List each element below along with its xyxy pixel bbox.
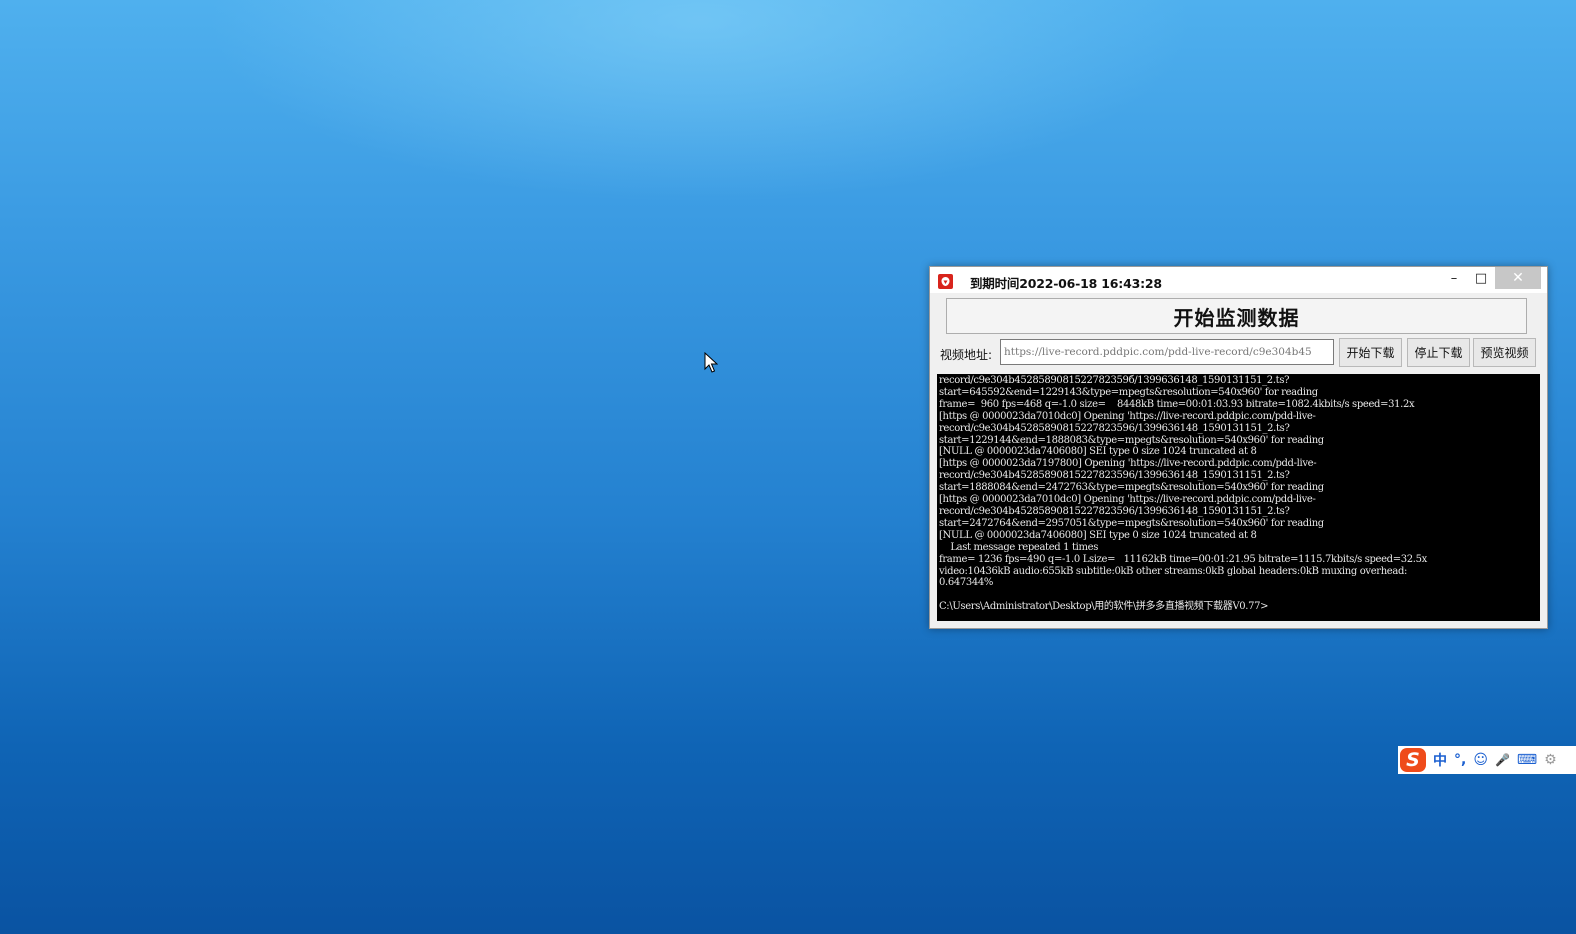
- minimize-button[interactable]: –: [1439, 267, 1469, 289]
- title-bar[interactable]: 到期时间2022-06-18 16:43:28 – □ ✕: [930, 267, 1547, 293]
- url-label: 视频地址:: [940, 348, 993, 362]
- video-url-input[interactable]: https://live-record.pddpic.com/pdd-live-…: [1000, 339, 1334, 365]
- downloader-window: 到期时间2022-06-18 16:43:28 – □ ✕ 开始监测数据 视频地…: [929, 266, 1548, 629]
- console-log-text: record/c9e304b4528589081522782359б/13996…: [939, 375, 1427, 613]
- maximize-button[interactable]: □: [1466, 267, 1496, 289]
- close-button[interactable]: ✕: [1495, 267, 1541, 289]
- ime-mode-toggle[interactable]: 中: [1433, 750, 1447, 770]
- console-output[interactable]: record/c9e304b4528589081522782359б/13996…: [937, 374, 1540, 621]
- url-row: 视频地址: https://live-record.pddpic.com/pdd…: [930, 338, 1547, 368]
- sogou-logo-icon[interactable]: S: [1400, 748, 1426, 772]
- ime-toolbar: S 中 °, ☺ 🎤 ⌨ ⚙: [1398, 746, 1576, 774]
- settings-icon[interactable]: ⚙: [1544, 752, 1557, 768]
- stop-download-button[interactable]: 停止下载: [1407, 338, 1470, 367]
- window-title: 到期时间2022-06-18 16:43:28: [970, 276, 1162, 291]
- preview-video-button[interactable]: 预览视频: [1473, 338, 1536, 367]
- microphone-icon[interactable]: 🎤: [1495, 753, 1510, 767]
- start-monitor-button[interactable]: 开始监测数据: [946, 298, 1527, 334]
- emoji-icon[interactable]: ☺: [1473, 752, 1488, 768]
- punctuation-icon[interactable]: °,: [1454, 752, 1466, 768]
- start-download-button[interactable]: 开始下载: [1339, 338, 1402, 367]
- app-logo-icon: [938, 274, 953, 289]
- keyboard-icon[interactable]: ⌨: [1517, 752, 1537, 768]
- mouse-cursor-icon: [704, 352, 718, 373]
